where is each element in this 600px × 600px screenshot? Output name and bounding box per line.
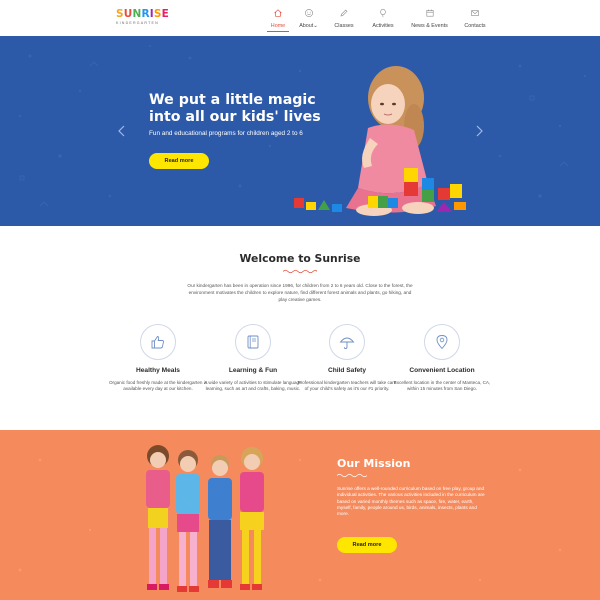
feature-text: Organic food freshly made at the kinderg… (108, 380, 208, 392)
chevron-down-icon: ⌄ (313, 23, 318, 29)
umbrella-icon (339, 337, 355, 349)
mission-read-more-button[interactable]: Read more (337, 537, 397, 553)
nav-item-classes[interactable]: Classes (325, 6, 363, 32)
page: SUNRISE KINDERGARTEN Home About⌄ Classes… (0, 0, 600, 600)
feature-title: Learning & Fun (228, 367, 278, 374)
feature-icon-circle (235, 324, 271, 360)
nav-item-about[interactable]: About⌄ (292, 6, 325, 32)
logo-word: SUNRISE (116, 8, 169, 20)
mission-children-image (146, 445, 264, 592)
nav-label: Home (270, 23, 286, 29)
welcome-text: Our kindergarten has been in operation s… (187, 283, 413, 302)
logo-letter: E (161, 8, 170, 20)
feature-title: Healthy Meals (136, 367, 180, 374)
logo-letter: N (132, 8, 142, 20)
nav-item-home[interactable]: Home (264, 6, 292, 32)
mission-background-pattern (18, 458, 562, 582)
feature-icon-circle (140, 324, 176, 360)
feature-icon-circle (329, 324, 365, 360)
hero-read-more-button[interactable]: Read more (149, 153, 209, 169)
logo-letter: R (141, 8, 150, 20)
nav-item-contacts[interactable]: Contacts (456, 6, 494, 32)
balloon-icon (380, 8, 386, 18)
nav-label: Classes (334, 23, 354, 29)
feature-text: Excellent location in the center of Mant… (393, 380, 491, 392)
slider-prev-arrow[interactable] (115, 124, 129, 138)
feature-title: Child Safety (327, 367, 367, 374)
nav-label-text: About (299, 23, 314, 29)
thumbs-up-icon (151, 336, 164, 349)
logo-letter: U (123, 8, 133, 20)
map-pin-icon (436, 335, 448, 350)
feature-text: A wide variety of activities to stimulat… (204, 380, 302, 392)
nav-label: Contacts (464, 23, 486, 29)
logo-letter: S (153, 8, 162, 20)
logo-letter: S (116, 8, 124, 20)
nav-item-news-events[interactable]: News & Events (403, 6, 456, 32)
feature-icon-circle (424, 324, 460, 360)
calendar-icon (425, 9, 434, 17)
logo-tagline: KINDERGARTEN (116, 21, 159, 25)
section-divider-wave (283, 269, 317, 274)
mission-text: Sunrise offers a well-rounded curriculum… (337, 486, 485, 517)
mission-title: Our Mission (337, 457, 411, 470)
nav-label: News & Events (411, 23, 448, 29)
pencil-icon (340, 9, 348, 17)
hero-subtitle: Fun and educational programs for childre… (149, 130, 303, 137)
section-divider-wave (337, 473, 367, 478)
logo[interactable]: SUNRISE KINDERGARTEN (116, 8, 169, 29)
home-icon (274, 9, 282, 17)
hero-girl-with-blocks-image (294, 66, 466, 216)
nav-item-activities[interactable]: Activities (363, 6, 403, 32)
mail-icon (471, 10, 479, 16)
feature-title: Convenient Location (409, 367, 475, 374)
smiley-icon (304, 9, 313, 17)
main-nav: Home About⌄ Classes Activities News & Ev… (264, 6, 494, 32)
book-icon (247, 335, 259, 349)
nav-label: About⌄ (299, 23, 318, 29)
hero-slider: We put a little magic into all our kids'… (0, 36, 600, 226)
mission-section: Our Mission Sunrise offers a well-rounde… (0, 430, 600, 600)
feature-text: Professional kindergarten teachers will … (297, 380, 397, 392)
nav-label: Activities (372, 23, 394, 29)
site-header: SUNRISE KINDERGARTEN Home About⌄ Classes… (0, 0, 600, 36)
welcome-title: Welcome to Sunrise (239, 252, 361, 265)
